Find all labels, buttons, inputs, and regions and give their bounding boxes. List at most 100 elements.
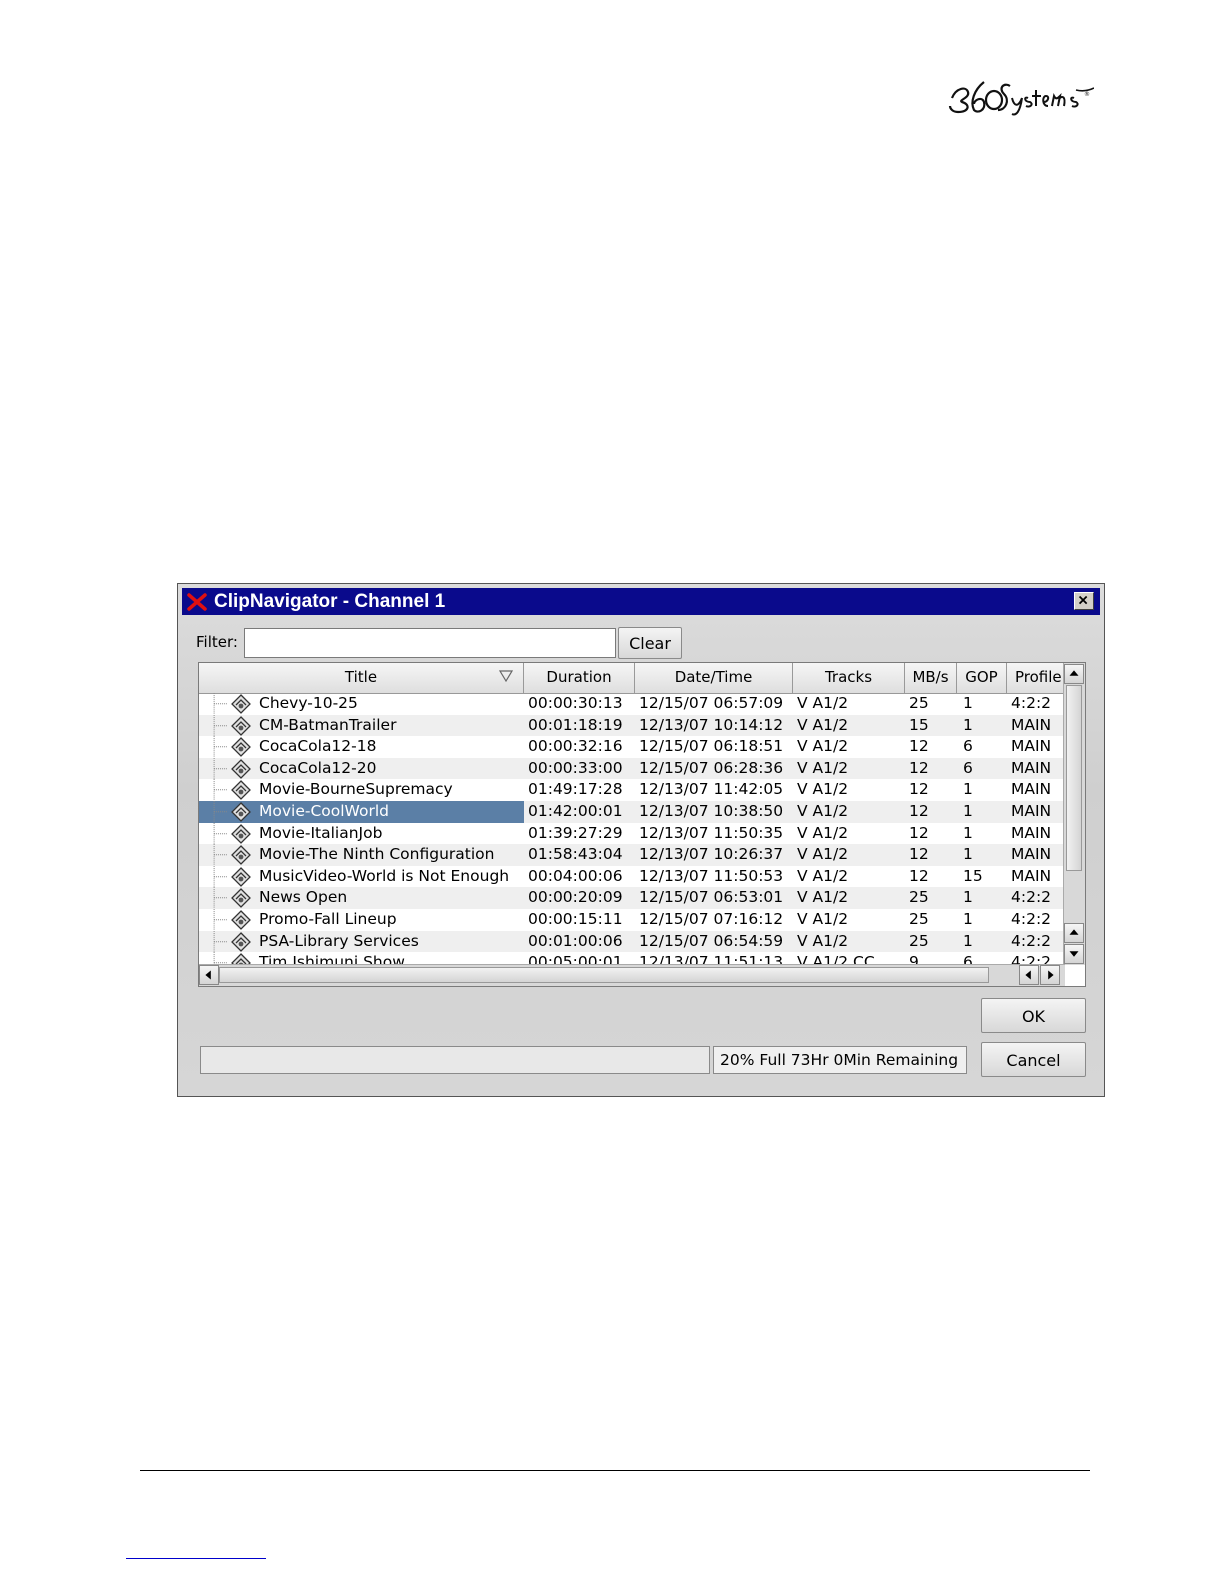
cell-datetime: 12/13/07 10:14:12 — [639, 715, 784, 734]
scroll-right-button[interactable] — [1040, 965, 1060, 985]
clip-icon — [231, 694, 251, 714]
arrow-left-icon — [1025, 970, 1031, 980]
cell-duration: 01:42:00:01 — [528, 802, 623, 820]
cell-mbs: 15 — [909, 715, 929, 734]
table-row[interactable]: MusicVideo-World is Not Enough 00:04:00:0… — [199, 865, 1063, 888]
table-row[interactable]: Movie-CoolWorld 01:42:00:01 12/13/07 10:38… — [199, 801, 1063, 823]
cancel-button[interactable]: Cancel — [981, 1042, 1086, 1077]
clip-icon — [231, 758, 251, 779]
column-header-datetime[interactable]: Date/Time — [635, 663, 793, 693]
cell-tracks: V A1/2 — [797, 758, 849, 777]
cell-tracks: V A1/2 — [797, 737, 849, 756]
cell-duration: 00:04:00:06 — [528, 866, 623, 885]
progress-field — [200, 1046, 710, 1074]
clip-icon — [231, 737, 251, 758]
cell-datetime: 12/13/07 10:26:37 — [639, 845, 784, 864]
cell-profile: MAIN — [1011, 866, 1052, 885]
cell-profile: 4:2:2 — [1011, 694, 1052, 712]
cell-datetime: 12/15/07 06:54:59 — [639, 931, 784, 950]
cell-mbs: 12 — [909, 780, 929, 799]
clip-navigator-dialog: ClipNavigator - Channel 1 Filter: Clear … — [177, 583, 1105, 1097]
table-row[interactable]: CocaCola12-20 00:00:33:00 12/15/07 06:28:3… — [199, 757, 1063, 780]
cell-gop: 1 — [963, 823, 973, 842]
title-bar[interactable]: ClipNavigator - Channel 1 — [182, 588, 1100, 615]
clip-table: Title Duration Date/Time Tracks MB/s GOP… — [198, 662, 1086, 987]
table-row[interactable]: Movie-BourneSupremacy 01:49:17:28 12/13/07… — [199, 779, 1063, 801]
column-header-mbs[interactable]: MB/s — [905, 663, 957, 693]
cell-duration: 00:01:00:06 — [528, 931, 623, 950]
close-icon — [1078, 595, 1088, 605]
table-row[interactable]: News Open 00:00:20:09 12/15/07 06:53:01 V A… — [199, 887, 1063, 909]
cell-profile: MAIN — [1011, 758, 1052, 777]
tree-connector — [213, 887, 227, 909]
horizontal-scrollbar[interactable] — [199, 964, 1065, 986]
cell-mbs: 12 — [909, 758, 929, 777]
table-header: Title Duration Date/Time Tracks MB/s GOP… — [199, 663, 1063, 694]
cell-gop: 1 — [963, 888, 973, 907]
cell-gop: 1 — [963, 931, 973, 950]
scroll-up-button-lower[interactable] — [1064, 923, 1084, 943]
filter-label: Filter: — [196, 633, 238, 651]
cell-mbs: 25 — [909, 694, 929, 712]
column-header-duration[interactable]: Duration — [524, 663, 635, 693]
footer-link-underline[interactable] — [126, 1558, 266, 1559]
scroll-up-button[interactable] — [1064, 664, 1084, 684]
clear-button[interactable]: Clear — [618, 627, 682, 659]
close-button[interactable] — [1074, 592, 1094, 610]
clip-icon — [231, 888, 251, 909]
cell-datetime: 12/15/07 07:16:12 — [639, 910, 784, 928]
column-header-label: Title — [344, 668, 378, 686]
filter-input[interactable] — [244, 628, 616, 658]
tree-connector — [213, 693, 227, 715]
table-row[interactable]: CocaCola12-18 00:00:32:16 12/15/07 06:18:5… — [199, 736, 1063, 758]
cell-tracks: V A1/2 — [797, 910, 849, 928]
disk-status: 20% Full 73Hr 0Min Remaining — [713, 1046, 967, 1074]
cell-mbs: 12 — [909, 737, 929, 756]
table-row[interactable]: PSA-Library Services 00:01:00:06 12/15/07 … — [199, 930, 1063, 953]
table-row[interactable]: CM-BatmanTrailer 00:01:18:19 12/13/07 10:1… — [199, 714, 1063, 737]
cell-duration: 00:01:18:19 — [528, 715, 623, 734]
scroll-left-button-right[interactable] — [1019, 965, 1039, 985]
scroll-left-button[interactable] — [199, 965, 219, 985]
cell-profile: MAIN — [1011, 737, 1052, 756]
column-header-gop[interactable]: GOP — [957, 663, 1007, 693]
cell-tracks: V A1/2 — [797, 888, 849, 907]
cell-profile: 4:2:2 — [1011, 910, 1052, 928]
tree-connector — [213, 909, 227, 931]
vertical-scroll-thumb[interactable] — [1066, 685, 1082, 871]
horizontal-scroll-thumb[interactable] — [219, 967, 989, 983]
cell-tracks: V A1/2 — [797, 802, 849, 820]
arrow-up-icon — [1069, 929, 1079, 935]
table-body: Chevy-10-25 00:00:30:13 12/15/07 06:57:09 V… — [199, 693, 1063, 965]
vertical-scrollbar[interactable] — [1063, 663, 1085, 965]
cell-datetime: 12/15/07 06:18:51 — [639, 737, 784, 756]
cell-gop: 1 — [963, 780, 973, 799]
table-row[interactable]: Promo-Fall Lineup 00:00:15:11 12/15/07 07:… — [199, 909, 1063, 931]
column-header-title[interactable]: Title — [199, 663, 524, 693]
cell-profile: MAIN — [1011, 780, 1052, 799]
cell-profile: MAIN — [1011, 802, 1052, 820]
tree-connector — [213, 865, 227, 888]
ok-button[interactable]: OK — [981, 998, 1086, 1033]
cell-profile: 4:2:2 — [1011, 931, 1052, 950]
table-row[interactable]: Chevy-10-25 00:00:30:13 12/15/07 06:57:09 V… — [199, 693, 1063, 715]
footer-rule — [140, 1470, 1090, 1471]
cell-datetime: 12/15/07 06:53:01 — [639, 888, 784, 907]
cell-tracks: V A1/2 — [797, 780, 849, 799]
cell-datetime: 12/13/07 11:50:35 — [639, 823, 784, 842]
scroll-down-button[interactable] — [1064, 944, 1084, 964]
tree-connector — [213, 801, 227, 823]
table-row[interactable]: Movie-ItalianJob 01:39:27:29 12/13/07 11:5… — [199, 822, 1063, 845]
tree-connector — [213, 822, 227, 845]
svg-text:®: ® — [1084, 91, 1090, 98]
tree-connector — [213, 757, 227, 780]
cell-tracks: V A1/2 — [797, 931, 849, 950]
clip-icon — [231, 845, 251, 866]
clip-icon — [231, 866, 251, 887]
cell-mbs: 25 — [909, 931, 929, 950]
table-row[interactable]: Movie-The Ninth Configuration 01:58:43:04… — [199, 844, 1063, 866]
window-title: ClipNavigator - Channel 1 — [214, 591, 446, 612]
cell-tracks: V A1/2 — [797, 694, 849, 712]
column-header-profile[interactable]: Profile — [1007, 663, 1063, 693]
column-header-tracks[interactable]: Tracks — [793, 663, 905, 693]
